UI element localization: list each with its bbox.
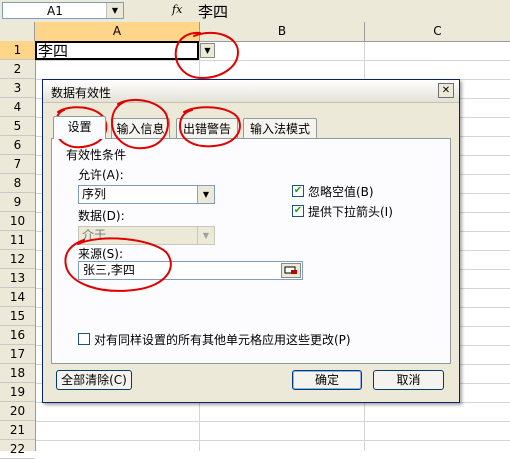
chevron-down-icon: ▼ (197, 227, 214, 244)
row-header[interactable]: 6 (0, 136, 35, 155)
row-header[interactable]: 7 (0, 155, 35, 174)
row-header[interactable]: 13 (0, 269, 35, 288)
range-select-icon (284, 266, 297, 274)
row-header[interactable]: 17 (0, 345, 35, 364)
row-header[interactable]: 9 (0, 193, 35, 212)
row-header[interactable]: 11 (0, 231, 35, 250)
formula-value[interactable]: 李四 (198, 1, 228, 22)
data-select: 介于 ▼ (78, 226, 215, 245)
data-validation-dialog: 数据有效性 ✕ 设置 输入信息 出错警告 输入法模式 有效性条件 允许(A): … (42, 79, 460, 403)
column-header-b[interactable]: B (200, 22, 365, 41)
row-header[interactable]: 4 (0, 98, 35, 117)
row-header[interactable]: 21 (0, 421, 35, 440)
clear-all-button[interactable]: 全部清除(C) (56, 370, 132, 390)
ok-button[interactable]: 确定 (292, 370, 362, 390)
name-box[interactable]: A1 ▼ (2, 2, 124, 19)
row-header[interactable]: 5 (0, 117, 35, 136)
ignore-blank-label: 忽略空值(B) (308, 185, 374, 199)
column-header-row: A B C (0, 22, 510, 42)
tab-ime-mode[interactable]: 输入法模式 (243, 118, 317, 138)
group-title: 有效性条件 (66, 148, 127, 162)
tab-error-alert[interactable]: 出错警告 (176, 118, 238, 138)
row-header[interactable]: 14 (0, 288, 35, 307)
row-header[interactable]: 12 (0, 250, 35, 269)
formula-bar: A1 ▼ fx 李四 (0, 0, 510, 23)
cancel-button[interactable]: 取消 (373, 370, 444, 390)
row-header[interactable]: 18 (0, 364, 35, 383)
source-input[interactable]: 张三,李四 (78, 261, 303, 280)
collapse-dialog-button[interactable] (281, 263, 301, 278)
data-select-value: 介于 (82, 228, 107, 242)
row-header[interactable]: 1 (0, 41, 35, 60)
close-icon: ✕ (441, 85, 451, 96)
row-header[interactable]: 2 (0, 60, 35, 79)
cell-a1[interactable]: 李四 (35, 41, 199, 60)
cell-a1-value: 李四 (38, 42, 69, 60)
in-cell-dropdown-checkbox[interactable]: ✔ (292, 205, 304, 217)
apply-all-label: 对有同样设置的所有其他单元格应用这些更改(P) (94, 333, 351, 347)
column-header-a[interactable]: A (35, 22, 200, 41)
source-label: 来源(S): (78, 247, 124, 261)
in-cell-dropdown-label: 提供下拉箭头(I) (308, 205, 393, 219)
row-header[interactable]: 19 (0, 383, 35, 402)
dialog-title: 数据有效性 (51, 86, 112, 100)
fx-icon[interactable]: fx (172, 3, 182, 16)
ignore-blank-checkbox[interactable]: ✔ (292, 185, 304, 197)
chevron-down-icon[interactable]: ▼ (106, 3, 123, 18)
tab-input-message[interactable]: 输入信息 (111, 118, 170, 138)
select-all-corner[interactable] (0, 22, 35, 41)
allow-label: 允许(A): (78, 168, 124, 182)
source-value: 张三,李四 (83, 263, 135, 277)
allow-select-value: 序列 (82, 187, 107, 201)
chevron-down-icon[interactable]: ▼ (197, 186, 214, 203)
row-header[interactable]: 20 (0, 402, 35, 421)
row-header-column: 1 2 3 4 5 6 7 8 9 10 11 12 13 14 15 16 1… (0, 41, 36, 459)
row-header[interactable]: 15 (0, 307, 35, 326)
tab-settings[interactable]: 设置 (53, 116, 106, 139)
data-label: 数据(D): (78, 209, 125, 223)
row-header[interactable]: 8 (0, 174, 35, 193)
cell-dropdown-button[interactable]: ▼ (200, 43, 215, 58)
name-box-value: A1 (47, 4, 63, 18)
row-header[interactable]: 16 (0, 326, 35, 345)
row-header[interactable]: 22 (0, 440, 35, 459)
settings-panel: 有效性条件 允许(A): 序列 ▼ 数据(D): 介于 ▼ ✔ 忽略空值(B) … (51, 138, 451, 364)
apply-all-checkbox[interactable]: ✔ (78, 333, 90, 345)
allow-select[interactable]: 序列 ▼ (78, 185, 215, 204)
close-button[interactable]: ✕ (438, 83, 454, 98)
row-header[interactable]: 10 (0, 212, 35, 231)
row-header[interactable]: 3 (0, 79, 35, 98)
column-header-c[interactable]: C (365, 22, 510, 41)
dialog-title-bar[interactable]: 数据有效性 ✕ (43, 80, 459, 103)
